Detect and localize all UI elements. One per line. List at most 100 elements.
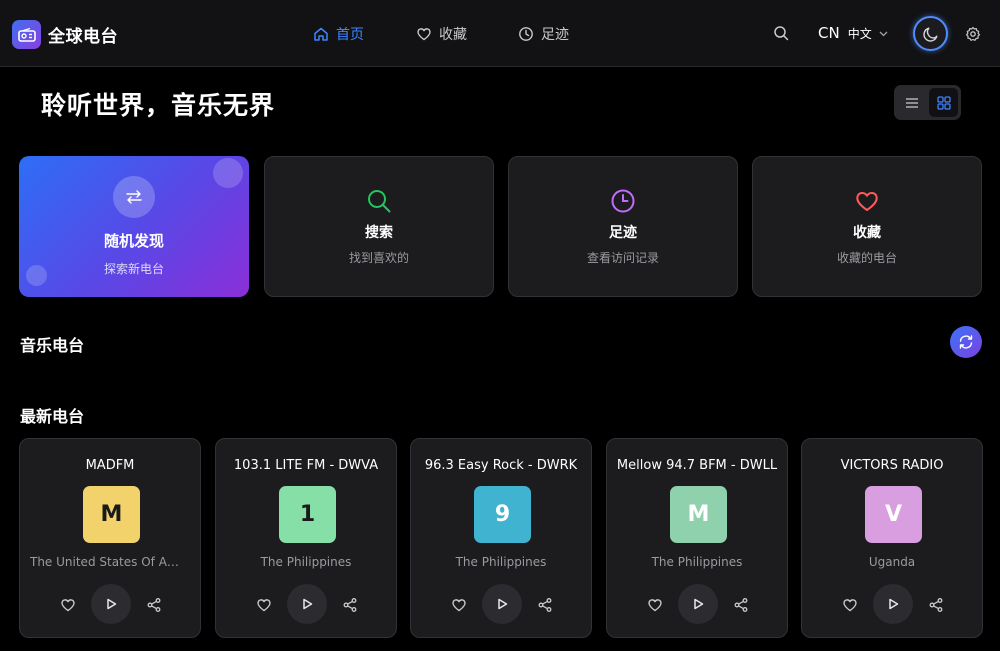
nav-home[interactable]: 首页 [313,24,364,44]
heart-icon [856,191,878,211]
station-avatar: M [83,486,140,543]
play-icon [694,598,704,610]
radio-icon [12,20,41,49]
play-icon [107,598,117,610]
station-avatar: M [670,486,727,543]
station-name: MADFM [85,458,135,473]
refresh-icon [959,335,973,349]
heart-icon [452,599,466,612]
shuffle-icon [113,176,155,218]
theme-toggle-button[interactable] [913,16,948,51]
station-country: Uganda [868,555,916,569]
music-section-title: 音乐电台 [20,336,85,355]
heart-icon [417,28,431,41]
station-country: The Philippines [260,555,352,569]
search-icon [774,26,789,41]
share-button[interactable] [733,597,749,617]
station-country: The Philippines [651,555,743,569]
share-icon [929,598,943,612]
station-card[interactable]: 103.1 LITE FM - DWVA 1 The Philippines [215,438,397,638]
favorite-button[interactable] [256,597,272,617]
station-card[interactable]: VICTORS RADIO V Uganda [801,438,983,638]
play-icon [889,598,899,610]
favorites-card[interactable]: 收藏 收藏的电台 [752,156,982,297]
share-icon [343,598,357,612]
favorite-button[interactable] [647,597,663,617]
share-button[interactable] [928,597,944,617]
moon-icon [922,27,937,42]
station-country: The Philippines [455,555,547,569]
play-button[interactable] [91,584,131,624]
station-avatar: 1 [279,486,336,543]
language-name: 中文 [847,26,872,41]
feature-title: 足迹 [609,224,637,241]
decor-bubble [26,265,47,286]
grid-view-button[interactable] [929,88,958,117]
share-icon [734,598,748,612]
nav-favorites-label: 收藏 [439,27,467,43]
list-view-button[interactable] [897,88,926,117]
search-card[interactable]: 搜索 找到喜欢的 [264,156,494,297]
favorite-button[interactable] [451,597,467,617]
favorite-button[interactable] [60,597,76,617]
app-title: 全球电台 [48,27,118,47]
share-button[interactable] [342,597,358,617]
station-name: VICTORS RADIO [840,458,944,473]
play-icon [498,598,508,610]
station-avatar: V [865,486,922,543]
latest-section-title: 最新电台 [20,407,85,426]
station-name: 96.3 Easy Rock - DWRK [424,458,578,473]
feature-subtitle: 找到喜欢的 [348,250,409,265]
gear-icon [965,26,981,41]
nav-history-label: 足迹 [541,27,569,43]
view-toggle [894,85,961,120]
nav-favorites[interactable]: 收藏 [416,24,467,44]
station-avatar: 9 [474,486,531,543]
clock-icon [519,27,533,41]
share-icon [147,598,161,612]
play-button[interactable] [482,584,522,624]
list-icon [905,97,918,108]
feature-title: 搜索 [365,224,393,241]
feature-title: 随机发现 [103,232,164,250]
feature-title: 收藏 [853,224,881,241]
share-button[interactable] [146,597,162,617]
share-icon [538,598,552,612]
language-code: CN [818,24,840,42]
share-button[interactable] [537,597,553,617]
clock-icon [611,189,635,212]
search-icon [368,189,391,212]
feature-subtitle: 查看访问记录 [586,250,659,265]
station-card[interactable]: 96.3 Easy Rock - DWRK 9 The Philippines [410,438,592,638]
play-button[interactable] [287,584,327,624]
station-name: 103.1 LITE FM - DWVA [233,458,379,473]
play-button[interactable] [873,584,913,624]
heart-icon [257,599,271,612]
grid-icon [936,95,951,110]
feature-subtitle: 收藏的电台 [836,250,897,265]
nav-home-label: 首页 [336,27,364,43]
top-bar: 全球电台 首页 收藏 足迹 CN 中文 [0,0,1000,67]
heart-icon [61,599,75,612]
heart-icon [648,599,662,612]
search-button[interactable] [773,25,789,45]
station-country: The United States Of America [30,555,190,569]
play-button[interactable] [678,584,718,624]
station-card[interactable]: Mellow 94.7 BFM - DWLL M The Philippines [606,438,788,638]
favorite-button[interactable] [842,597,858,617]
feature-subtitle: 探索新电台 [103,262,164,276]
chevron-down-icon [879,31,888,36]
station-name: Mellow 94.7 BFM - DWLL [616,458,778,473]
play-icon [303,598,313,610]
random-discover-card[interactable]: 随机发现 探索新电台 [19,156,249,297]
decor-bubble [213,158,243,188]
settings-button[interactable] [965,26,981,46]
page-title: 聆听世界，音乐无界 [41,91,276,120]
station-card[interactable]: MADFM M The United States Of America [19,438,201,638]
history-card[interactable]: 足迹 查看访问记录 [508,156,738,297]
home-icon [314,27,328,41]
nav-history[interactable]: 足迹 [518,24,569,44]
refresh-button[interactable] [950,326,982,358]
language-selector[interactable]: CN 中文 [818,24,889,42]
heart-icon [843,599,857,612]
